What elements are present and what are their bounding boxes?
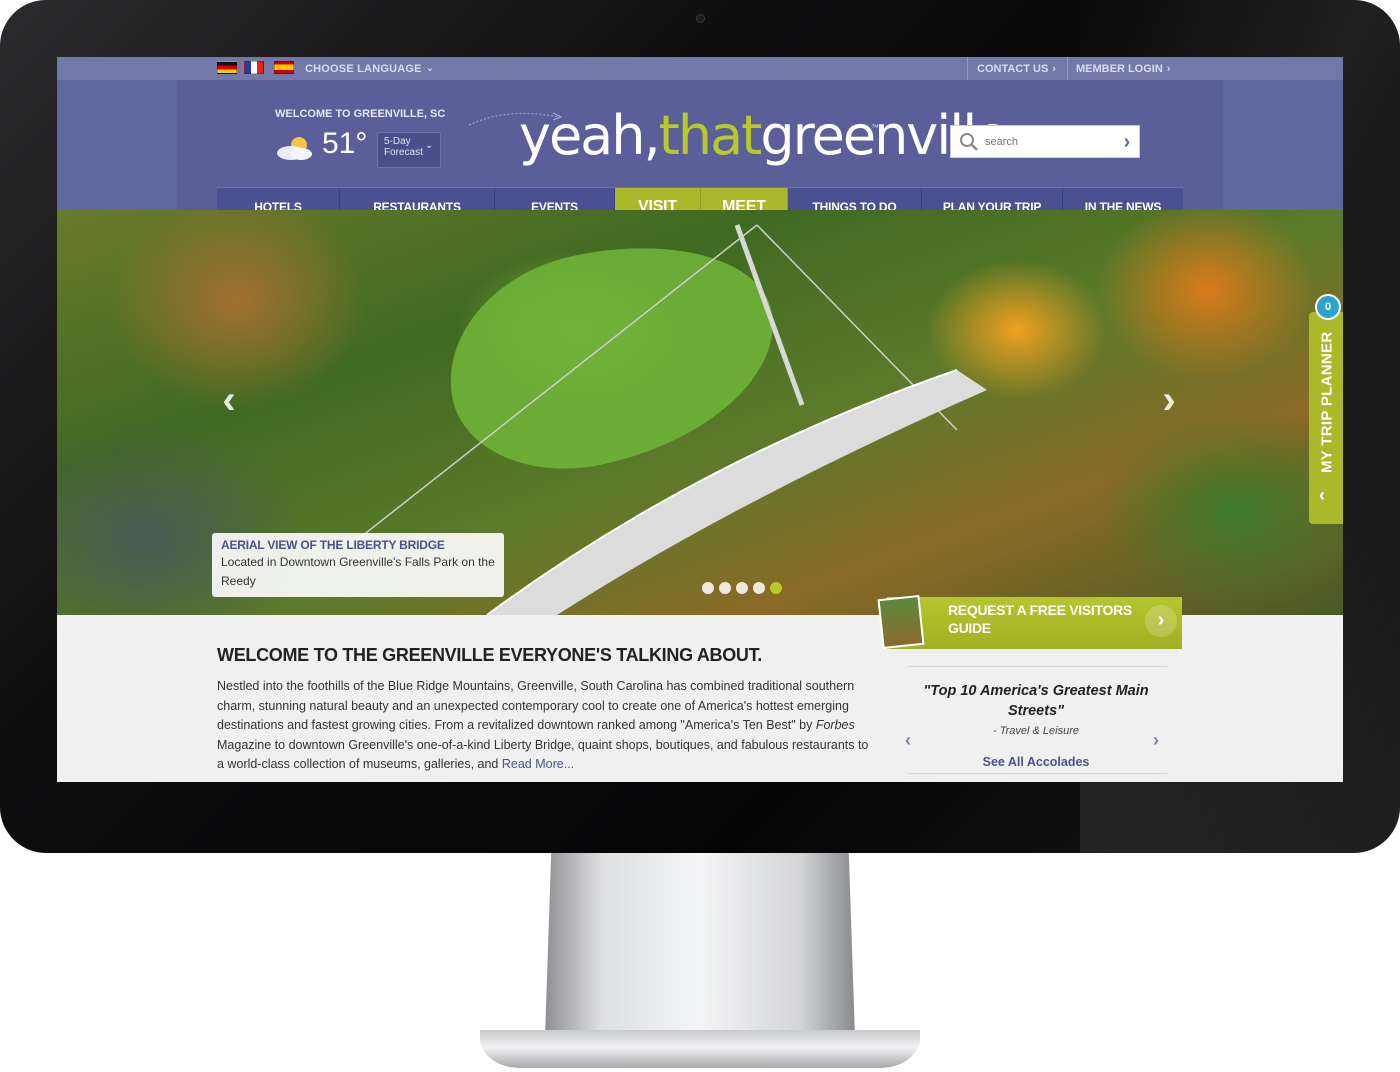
intro-body-italic: Forbes [815,718,855,732]
language-select[interactable]: CHOOSE LANGUAGE ⌄ [305,60,434,77]
chevron-right-icon: › [1166,62,1171,75]
language-select-label: CHOOSE LANGUAGE [305,62,422,75]
slide-pagination [702,582,782,594]
browser-viewport: CHOOSE LANGUAGE ⌄ CONTACT US › MEMBER LO… [57,57,1343,782]
search-input[interactable] [985,132,1115,152]
chevron-left-icon[interactable]: ‹ [1319,485,1325,506]
trip-planner-count-badge: 0 [1315,294,1341,320]
chevron-down-icon: ⌄ [425,63,435,74]
see-all-accolades-link[interactable]: See All Accolades [919,755,1153,769]
hero-slideshow: ‹ › AERIAL VIEW OF THE LIBERTY BRIDGE Lo… [57,210,1343,615]
caption-text: Located in Downtown Greenville's Falls P… [221,555,495,588]
intro-headline: WELCOME TO THE GREENVILLE EVERYONE'S TAL… [217,645,763,665]
visitors-guide-label: REQUEST A FREE VISITORS GUIDE [948,602,1132,636]
de-flag-icon[interactable] [217,61,237,74]
divider [907,773,1167,774]
intro-body-text: Nestled into the foothills of the Blue R… [217,679,855,732]
search-submit-icon[interactable]: › [1117,131,1137,153]
slide-dot[interactable] [702,582,714,594]
divider [967,57,968,80]
trip-planner-label: MY TRIP PLANNER [1318,331,1336,473]
divider [1067,57,1068,80]
temperature: 51° [322,127,368,160]
monitor-stand-foot [480,1030,920,1068]
member-login-link[interactable]: MEMBER LOGIN › [1076,57,1170,80]
logo-part-yeah: yeah, [519,104,661,167]
contact-us-label: CONTACT US [977,62,1049,75]
search-icon [960,133,978,151]
slide-dot[interactable] [719,582,731,594]
divider [907,666,1167,667]
search-box: › [950,125,1140,158]
chevron-right-icon[interactable]: › [1153,730,1159,751]
intro-body: Nestled into the foothills of the Blue R… [217,677,877,775]
utility-bar: CHOOSE LANGUAGE ⌄ CONTACT US › MEMBER LO… [57,57,1343,80]
logo-part-that: that [658,104,763,167]
es-flag-icon[interactable] [274,61,294,74]
welcome-text: WELCOME TO GREENVILLE, SC [275,108,446,120]
slide-dot-active[interactable] [770,582,782,594]
site-logo[interactable]: yeah,thatgreenville [519,100,1009,172]
imac-mockup: CHOOSE LANGUAGE ⌄ CONTACT US › MEMBER LO… [0,0,1400,1072]
member-login-label: MEMBER LOGIN [1076,62,1163,75]
accolade-quote: "Top 10 America's Greatest Main Streets" [923,683,1149,719]
slide-caption: AERIAL VIEW OF THE LIBERTY BRIDGE Locate… [212,533,504,597]
chevron-down-icon: ⌄ [425,140,434,151]
chevron-left-icon[interactable]: ‹ [905,730,911,751]
slide-dot[interactable] [736,582,748,594]
slide-dot[interactable] [753,582,765,594]
logo-trademark: ™ [871,123,879,132]
caption-title: AERIAL VIEW OF THE LIBERTY BRIDGE [221,538,445,552]
partly-cloudy-icon [277,137,312,160]
chevron-right-icon[interactable]: › [1154,380,1184,420]
camera-icon [696,14,705,23]
chevron-left-icon[interactable]: ‹ [214,380,244,420]
chevron-right-icon: › [1052,62,1056,75]
contact-us-link[interactable]: CONTACT US › [977,57,1056,80]
read-more-link[interactable]: Read More... [502,757,574,771]
fr-flag-icon[interactable] [244,61,264,74]
guide-book-icon [877,594,925,650]
accolade-source: - Travel & Leisure [993,725,1079,737]
chevron-right-icon[interactable]: › [1145,605,1177,637]
